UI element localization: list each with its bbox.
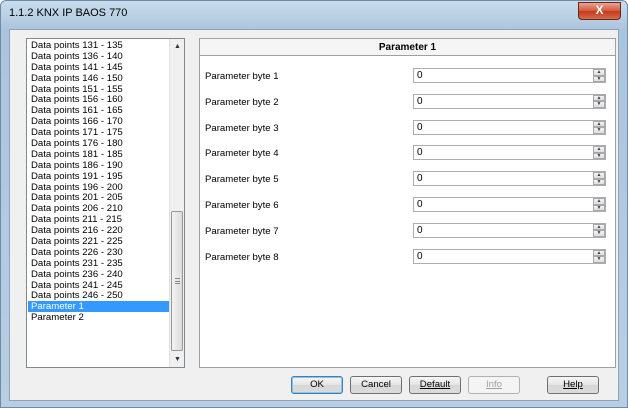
ok-button[interactable]: OK — [291, 376, 343, 394]
panel-title: Parameter 1 — [200, 39, 615, 56]
parameter-value[interactable]: 0 — [417, 199, 423, 210]
spin-buttons: ▲ ▼ — [593, 120, 605, 134]
list-item[interactable]: Data points 246 - 250 — [28, 290, 170, 302]
parameter-row: Parameter byte 3 0 ▲ ▼ — [200, 119, 615, 136]
default-button[interactable]: Default — [409, 376, 461, 394]
list-item[interactable]: Data points 221 - 225 — [28, 236, 170, 247]
list-item[interactable]: Data points 206 - 210 — [28, 203, 170, 214]
spin-buttons: ▲ ▼ — [593, 223, 605, 237]
parameter-row: Parameter byte 6 0 ▲ ▼ — [200, 197, 615, 213]
spin-buttons: ▲ ▼ — [593, 146, 605, 160]
parameter-value[interactable]: 0 — [417, 173, 423, 184]
spin-down-icon[interactable]: ▼ — [593, 75, 605, 82]
info-button-label: Info — [485, 379, 502, 390]
parameter-value[interactable]: 0 — [417, 70, 423, 81]
grip-icon — [175, 278, 180, 284]
parameter-label: Parameter byte 8 — [205, 251, 279, 263]
list-item[interactable]: Data points 131 - 135 — [28, 40, 170, 51]
parameter-row: Parameter byte 2 0 ▲ ▼ — [200, 93, 615, 110]
parameter-label: Parameter byte 7 — [205, 225, 279, 237]
list-item[interactable]: Parameter 2 — [28, 312, 170, 323]
help-button-label: Help — [563, 379, 583, 390]
help-button[interactable]: Help — [547, 376, 599, 394]
spin-down-icon[interactable]: ▼ — [593, 101, 605, 108]
parameter-row: Parameter byte 4 0 ▲ ▼ — [200, 145, 615, 161]
scroll-thumb[interactable] — [171, 211, 183, 351]
parameter-value-field[interactable]: 0 ▲ ▼ — [413, 119, 606, 135]
info-button: Info — [468, 376, 520, 394]
spin-buttons: ▲ ▼ — [593, 172, 605, 186]
spin-down-icon[interactable]: ▼ — [593, 152, 605, 160]
list-item[interactable]: Data points 156 - 160 — [28, 94, 170, 106]
parameter-row: Parameter byte 8 0 ▲ ▼ — [200, 248, 615, 265]
parameter-value[interactable]: 0 — [417, 251, 423, 262]
spin-down-icon[interactable]: ▼ — [593, 178, 605, 186]
dialog-window: 1.1.2 KNX IP BAOS 770 X Data points 131 … — [0, 0, 628, 408]
window-title: 1.1.2 KNX IP BAOS 770 — [9, 7, 128, 19]
list-item[interactable]: Data points 216 - 220 — [28, 225, 170, 236]
list-item[interactable]: Data points 141 - 145 — [28, 62, 170, 73]
list-item[interactable]: Data points 176 - 180 — [28, 138, 170, 149]
parameter-value-field[interactable]: 0 ▲ ▼ — [413, 248, 606, 264]
parameter-value-field[interactable]: 0 ▲ ▼ — [413, 197, 606, 212]
list-item[interactable]: Data points 211 - 215 — [28, 214, 170, 225]
list-item[interactable]: Data points 241 - 245 — [28, 280, 170, 291]
parameter-value-field[interactable]: 0 ▲ ▼ — [413, 222, 606, 238]
cancel-button[interactable]: Cancel — [350, 376, 402, 394]
parameter-panel: Parameter 1 Parameter byte 1 0 ▲ ▼ Parameter… — [199, 38, 616, 368]
list-item[interactable]: Data points 136 - 140 — [28, 51, 170, 62]
parameter-value-field[interactable]: 0 ▲ ▼ — [413, 171, 606, 187]
parameter-label: Parameter byte 1 — [205, 71, 279, 82]
list-item[interactable]: Data points 146 - 150 — [28, 73, 170, 84]
list-item[interactable]: Data points 151 - 155 — [28, 84, 170, 95]
spin-down-icon[interactable]: ▼ — [593, 204, 605, 211]
parameter-row: Parameter byte 1 0 ▲ ▼ — [200, 68, 615, 84]
spin-buttons: ▲ ▼ — [593, 94, 605, 108]
list-item[interactable]: Data points 231 - 235 — [28, 258, 170, 269]
list-item[interactable]: Data points 196 - 200 — [28, 182, 170, 193]
close-icon: X — [595, 3, 604, 17]
default-button-label: Default — [419, 379, 451, 390]
parameter-value-field[interactable]: 0 ▲ ▼ — [413, 145, 606, 161]
parameter-label: Parameter byte 5 — [205, 174, 279, 186]
dialog-client-area: Data points 131 - 135 Data points 136 - 1… — [9, 29, 619, 401]
list-item[interactable]: Data points 226 - 230 — [28, 247, 170, 258]
spin-down-icon[interactable]: ▼ — [593, 127, 605, 134]
spin-down-icon[interactable]: ▼ — [593, 230, 605, 237]
title-bar[interactable]: 1.1.2 KNX IP BAOS 770 X — [1, 1, 627, 27]
data-point-list[interactable]: Data points 131 - 135 Data points 136 - 1… — [26, 38, 185, 368]
list-item[interactable]: Data points 191 - 195 — [28, 171, 170, 182]
list-item[interactable]: Parameter 1 — [28, 301, 170, 312]
scroll-down-icon[interactable]: ▼ — [170, 352, 185, 367]
list-item[interactable]: Data points 236 - 240 — [28, 269, 170, 280]
parameter-label: Parameter byte 6 — [205, 200, 279, 211]
parameter-value[interactable]: 0 — [417, 225, 423, 236]
spin-buttons: ▲ ▼ — [593, 249, 605, 263]
list-item[interactable]: Data points 166 - 170 — [28, 116, 170, 127]
parameter-label: Parameter byte 4 — [205, 148, 279, 160]
scroll-up-icon[interactable]: ▲ — [170, 39, 185, 54]
parameter-value-field[interactable]: 0 ▲ ▼ — [413, 68, 606, 83]
list-items: Data points 131 - 135 Data points 136 - 1… — [28, 40, 170, 366]
list-item[interactable]: Data points 181 - 185 — [28, 149, 170, 160]
spin-buttons: ▲ ▼ — [593, 198, 605, 211]
parameter-label: Parameter byte 3 — [205, 122, 279, 134]
parameter-value[interactable]: 0 — [417, 147, 423, 158]
parameter-row: Parameter byte 7 0 ▲ ▼ — [200, 222, 615, 239]
spin-down-icon[interactable]: ▼ — [593, 256, 605, 263]
list-scrollbar[interactable]: ▲ ▼ — [169, 39, 184, 367]
close-button[interactable]: X — [578, 2, 621, 20]
list-item[interactable]: Data points 186 - 190 — [28, 160, 170, 171]
parameter-label: Parameter byte 2 — [205, 96, 279, 108]
list-item[interactable]: Data points 161 - 165 — [28, 105, 170, 116]
list-item[interactable]: Data points 171 - 175 — [28, 127, 170, 138]
parameter-row: Parameter byte 5 0 ▲ ▼ — [200, 171, 615, 187]
parameter-value[interactable]: 0 — [417, 96, 423, 107]
parameter-value[interactable]: 0 — [417, 122, 423, 133]
parameter-value-field[interactable]: 0 ▲ ▼ — [413, 93, 606, 109]
spin-buttons: ▲ ▼ — [593, 69, 605, 82]
list-item[interactable]: Data points 201 - 205 — [28, 192, 170, 204]
